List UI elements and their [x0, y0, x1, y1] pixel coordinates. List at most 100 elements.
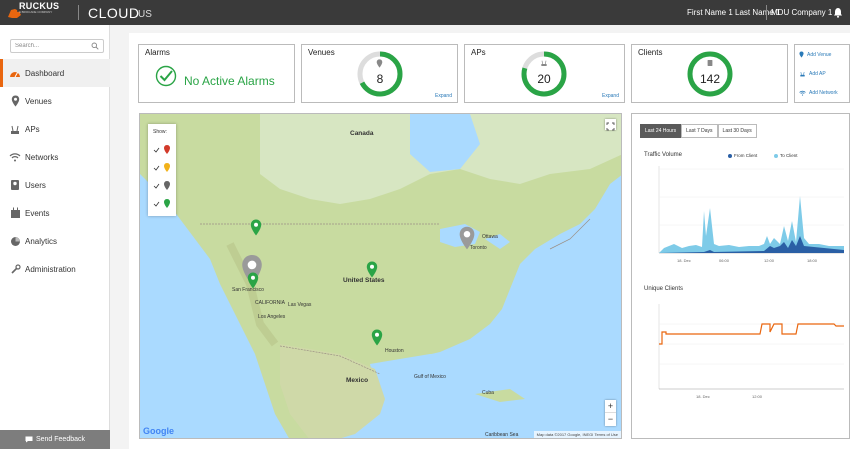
tab-last-24-hours[interactable]: Last 24 Hours [640, 124, 682, 138]
sidebar-item-aps[interactable]: APs [0, 115, 110, 143]
venue-marker[interactable] [371, 329, 383, 346]
clients-count: 142 [699, 72, 721, 86]
unique-clients-title: Unique Clients [644, 286, 684, 292]
add-ap-label: Add AP [809, 70, 826, 77]
google-logo: Google [143, 426, 174, 436]
add-venue-label: Add Venue [807, 51, 832, 58]
aps-count: 20 [537, 72, 551, 86]
events-icon [9, 207, 21, 219]
location-pin-icon [799, 51, 804, 58]
search-input[interactable] [10, 39, 104, 53]
add-ap-button[interactable]: Add AP [795, 64, 849, 83]
aps-card[interactable]: APs 20 Expand [464, 44, 625, 103]
map-label-united-states: United States [343, 277, 385, 284]
search-icon[interactable] [91, 42, 99, 50]
card-title: Clients [638, 48, 663, 57]
map-label-caribbean: Caribbean Sea [485, 432, 519, 438]
venue-marker[interactable] [250, 219, 262, 236]
x-tick: 12:00 [752, 394, 763, 399]
sidebar-item-venues[interactable]: Venues [0, 87, 110, 115]
sidebar: Dashboard Venues APs Networks Users [0, 25, 110, 449]
sidebar-item-users[interactable]: Users [0, 171, 110, 199]
card-title: Alarms [145, 48, 170, 57]
map-label-cuba: Cuba [482, 390, 494, 396]
tab-last-30-days[interactable]: Last 30 Days [717, 124, 757, 138]
legend-filters[interactable] [153, 140, 173, 212]
sidebar-item-label: Events [25, 208, 50, 218]
app-region[interactable]: US [138, 9, 152, 20]
company-name[interactable]: MDU Company 1 [771, 8, 832, 17]
quick-actions: Add Venue Add AP Add Network [794, 44, 850, 103]
access-point-icon [9, 123, 21, 135]
map-label-houston: Houston [385, 348, 404, 354]
map-attribution[interactable]: Map data ©2017 Google, INEGI Terms of Us… [533, 431, 621, 438]
access-point-icon [541, 60, 547, 66]
send-feedback-button[interactable]: Send Feedback [0, 430, 110, 449]
x-tick: 06:00 [719, 258, 730, 263]
sidebar-item-label: Administration [25, 264, 76, 274]
venue-cluster-marker[interactable] [458, 226, 476, 250]
map-label-california: CALIFORNIA [255, 300, 286, 306]
venues-card[interactable]: Venues 8 Expand [301, 44, 458, 103]
users-icon [9, 179, 21, 191]
venue-marker[interactable] [247, 272, 259, 289]
chat-bubble-icon [25, 436, 33, 443]
x-tick: 12:00 [764, 258, 775, 263]
clients-card[interactable]: Clients 142 [631, 44, 788, 103]
traffic-legend-from: From Client [728, 153, 757, 158]
sidebar-nav: Dashboard Venues APs Networks Users Even… [0, 59, 110, 283]
map-legend: Show: [148, 124, 176, 216]
wifi-icon [799, 90, 806, 96]
traffic-legend-to: To Client [774, 153, 798, 158]
venues-map[interactable]: Canada United States Mexico Ottawa Toron… [139, 113, 622, 439]
zoom-out-button[interactable]: − [605, 413, 616, 426]
divider [78, 5, 79, 20]
traffic-volume-chart: 18. Dec 06:00 12:00 18:00 [658, 166, 844, 263]
expand-link[interactable]: Expand [602, 93, 619, 99]
add-venue-button[interactable]: Add Venue [795, 45, 849, 64]
map-label-los-angeles: Los Angeles [258, 314, 286, 320]
dashboard-icon [9, 67, 21, 79]
map-label-ottawa: Ottawa [482, 234, 498, 240]
location-pin-icon [9, 95, 21, 107]
logo-subtext: A BROCADE COMPANY [19, 10, 53, 14]
phone-icon [707, 60, 713, 66]
alarms-card[interactable]: Alarms No Active Alarms [138, 44, 295, 103]
sidebar-item-administration[interactable]: Administration [0, 255, 110, 283]
legend-from-label: From Client [734, 153, 758, 158]
x-tick: 18. Dec [677, 258, 691, 263]
app-name: CLOUD [88, 5, 140, 21]
sidebar-item-analytics[interactable]: Analytics [0, 227, 110, 255]
sidebar-item-events[interactable]: Events [0, 199, 110, 227]
fullscreen-button[interactable] [605, 119, 616, 131]
time-range-tabs: Last 24 Hours Last 7 Days Last 30 Days [640, 124, 757, 138]
traffic-panel: Last 24 Hours Last 7 Days Last 30 Days T… [631, 113, 850, 439]
location-pin-icon [376, 59, 383, 68]
x-tick: 18. Dec [696, 394, 710, 399]
x-tick: 18:00 [807, 258, 818, 263]
map-label-mexico: Mexico [346, 377, 369, 384]
expand-link[interactable]: Expand [435, 93, 452, 99]
tab-last-7-days[interactable]: Last 7 Days [681, 124, 718, 138]
pie-chart-icon [9, 235, 21, 247]
sidebar-item-label: Users [25, 180, 46, 190]
wrench-icon [9, 263, 21, 275]
bell-icon[interactable] [833, 7, 843, 18]
alarm-status: No Active Alarms [184, 74, 275, 88]
map-label-gulf: Gulf of Mexico [414, 374, 446, 380]
card-title: APs [471, 48, 486, 57]
sidebar-item-dashboard[interactable]: Dashboard [0, 59, 110, 87]
top-bar: RUCKUS A BROCADE COMPANY CLOUD US First … [0, 0, 850, 25]
sidebar-item-networks[interactable]: Networks [0, 143, 110, 171]
map-label-las-vegas: Las Vegas [288, 302, 312, 308]
fullscreen-icon [606, 122, 615, 131]
divider [766, 5, 767, 20]
check-circle-icon [155, 65, 177, 87]
card-title: Venues [308, 48, 335, 57]
venues-count: 8 [376, 72, 384, 86]
wifi-icon [9, 151, 21, 163]
venue-marker[interactable] [366, 261, 378, 278]
add-network-button[interactable]: Add Network [795, 83, 849, 102]
unique-clients-chart: 18. Dec 12:00 [658, 304, 844, 399]
zoom-in-button[interactable]: + [605, 400, 616, 413]
